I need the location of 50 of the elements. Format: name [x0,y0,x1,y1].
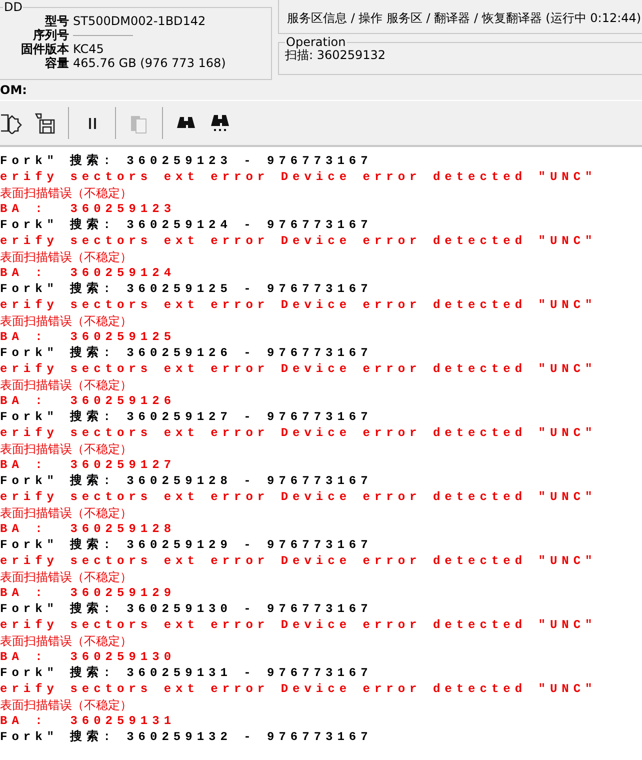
error-note-line: 表面扫描错误（不稳定） [0,569,132,585]
search-range-line: Fork" 搜索: 360259132 - 976773167 [0,729,372,745]
current-test-path: 服务区信息 / 操作 服务区 / 翻译器 / 恢复翻译器 (运行中 0:12:44) [287,10,642,27]
error-note-line: 表面扫描错误（不稳定） [0,441,132,457]
search-range-line: Fork" 搜索: 360259128 - 976773167 [0,473,372,489]
search-range-line: Fork" 搜索: 360259127 - 976773167 [0,409,372,425]
find-next-icon[interactable] [209,112,231,134]
field-value: 465.76 GB (976 773 168) [73,56,226,70]
lba-line: BA : 360259123 [0,201,176,217]
error-message-line: erify sectors ext error Device error detected "UNC" [0,233,597,249]
field-value: KC45 [73,42,104,56]
search-range-line: Fork" 搜索: 360259131 - 976773167 [0,665,372,681]
search-range-line: Fork" 搜索: 360259124 - 976773167 [0,217,372,233]
error-message-line: erify sectors ext error Device error detected "UNC" [0,425,597,441]
lba-line: BA : 360259130 [0,649,176,665]
error-message-line: erify sectors ext error Device error detected "UNC" [0,169,597,185]
group-legend: DD [3,0,24,14]
error-note-line: 表面扫描错误（不稳定） [0,633,132,649]
error-message-line: erify sectors ext error Device error detected "UNC" [0,681,597,697]
field-value: ST500DM002-1BD142 [73,14,206,28]
error-note-line: 表面扫描错误（不稳定） [0,505,132,521]
field-label: 序列号 [32,27,69,42]
rom-label: OM: [0,83,27,97]
lba-line: BA : 360259124 [0,265,176,281]
lba-line: BA : 360259126 [0,393,176,409]
error-note-line: 表面扫描错误（不稳定） [0,185,132,201]
error-message-line: erify sectors ext error Device error detected "UNC" [0,617,597,633]
lba-line: BA : 360259129 [0,585,176,601]
operation-text: 扫描: 360259132 [285,48,386,62]
field-label: 型号 [44,12,69,28]
search-range-line: Fork" 搜索: 360259130 - 976773167 [0,601,372,617]
error-message-line: erify sectors ext error Device error detected "UNC" [0,297,597,313]
field-label: 容量 [44,55,69,72]
search-range-line: Fork" 搜索: 360259123 - 976773167 [0,153,372,169]
error-message-line: erify sectors ext error Device error detected "UNC" [0,361,597,377]
error-note-line: 表面扫描错误（不稳定） [0,249,132,265]
lba-line: BA : 360259131 [0,713,176,729]
error-message-line: erify sectors ext error Device error detected "UNC" [0,553,597,569]
search-range-line: Fork" 搜索: 360259126 - 976773167 [0,345,372,361]
lba-line: BA : 360259125 [0,329,176,345]
field-label: 固件版本 [20,41,69,56]
search-range-line: Fork" 搜索: 360259125 - 976773167 [0,281,372,297]
error-note-line: 表面扫描错误（不稳定） [0,377,132,393]
error-note-line: 表面扫描错误（不稳定） [0,313,132,329]
error-note-line: 表面扫描错误（不稳定） [0,697,132,713]
search-range-line: Fork" 搜索: 360259129 - 976773167 [0,537,372,553]
error-message-line: erify sectors ext error Device error detected "UNC" [0,489,597,505]
group-legend: Operation [285,37,347,47]
lba-line: BA : 360259127 [0,457,176,473]
lba-line: BA : 360259128 [0,521,176,537]
